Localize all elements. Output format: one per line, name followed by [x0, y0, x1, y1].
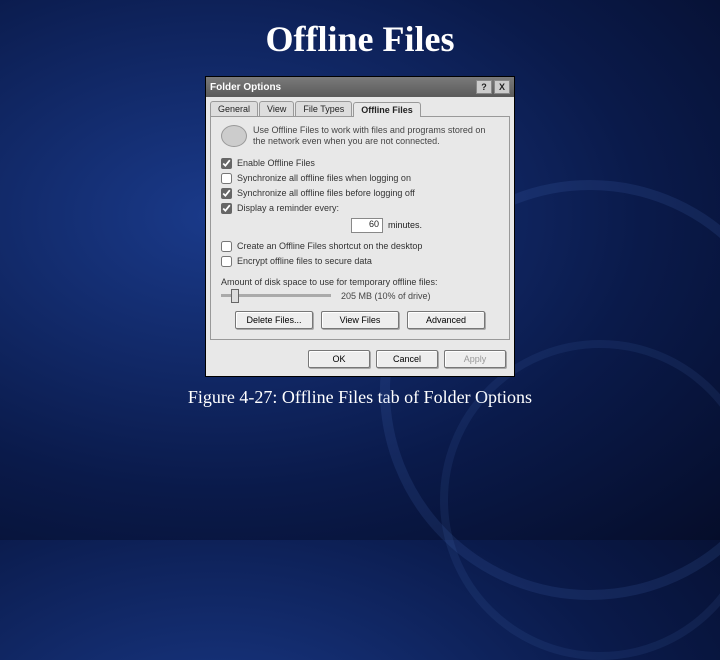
disk-space-label: Amount of disk space to use for temporar…: [221, 277, 499, 287]
intro-text: Use Offline Files to work with files and…: [253, 125, 499, 148]
encrypt-checkbox[interactable]: [221, 256, 232, 267]
sync-logon-checkbox[interactable]: [221, 173, 232, 184]
shortcut-label: Create an Offline Files shortcut on the …: [237, 241, 422, 251]
folder-options-dialog: Folder Options ? X General View File Typ…: [205, 76, 515, 377]
panel-button-row: Delete Files... View Files Advanced: [221, 311, 499, 329]
enable-offline-label: Enable Offline Files: [237, 158, 315, 168]
tab-row: General View File Types Offline Files: [206, 97, 514, 116]
cancel-button[interactable]: Cancel: [376, 350, 438, 368]
disk-slider-row: 205 MB (10% of drive): [221, 291, 499, 301]
titlebar[interactable]: Folder Options ? X: [206, 77, 514, 97]
reminder-minutes-input[interactable]: 60: [351, 218, 383, 233]
tab-general[interactable]: General: [210, 101, 258, 116]
delete-files-button[interactable]: Delete Files...: [235, 311, 313, 329]
reminder-row[interactable]: Display a reminder every:: [221, 203, 499, 214]
disk-slider[interactable]: [221, 294, 331, 297]
view-files-button[interactable]: View Files: [321, 311, 399, 329]
sync-logoff-label: Synchronize all offline files before log…: [237, 188, 415, 198]
titlebar-title: Folder Options: [210, 82, 281, 93]
reminder-label: Display a reminder every:: [237, 203, 339, 213]
sync-logon-row[interactable]: Synchronize all offline files when loggi…: [221, 173, 499, 184]
disk-slider-thumb[interactable]: [231, 289, 239, 303]
tab-offline-files[interactable]: Offline Files: [353, 102, 421, 117]
shortcut-checkbox[interactable]: [221, 241, 232, 252]
reminder-unit-label: minutes.: [388, 220, 422, 230]
sync-logoff-row[interactable]: Synchronize all offline files before log…: [221, 188, 499, 199]
shortcut-row[interactable]: Create an Offline Files shortcut on the …: [221, 241, 499, 252]
reminder-value-row: 60 minutes.: [351, 218, 499, 233]
reminder-checkbox[interactable]: [221, 203, 232, 214]
tab-file-types[interactable]: File Types: [295, 101, 352, 116]
slide-title: Offline Files: [0, 0, 720, 60]
offline-files-panel: Use Offline Files to work with files and…: [210, 116, 510, 340]
apply-button[interactable]: Apply: [444, 350, 506, 368]
enable-offline-checkbox[interactable]: [221, 158, 232, 169]
help-button[interactable]: ?: [476, 80, 492, 94]
sync-logoff-checkbox[interactable]: [221, 188, 232, 199]
encrypt-label: Encrypt offline files to secure data: [237, 256, 372, 266]
intro-row: Use Offline Files to work with files and…: [221, 125, 499, 148]
advanced-button[interactable]: Advanced: [407, 311, 485, 329]
enable-offline-row[interactable]: Enable Offline Files: [221, 158, 499, 169]
encrypt-row[interactable]: Encrypt offline files to secure data: [221, 256, 499, 267]
tab-view[interactable]: View: [259, 101, 294, 116]
disk-space-value: 205 MB (10% of drive): [341, 291, 431, 301]
dialog-button-row: OK Cancel Apply: [206, 344, 514, 376]
ok-button[interactable]: OK: [308, 350, 370, 368]
offline-globe-icon: [221, 125, 247, 147]
close-button[interactable]: X: [494, 80, 510, 94]
sync-logon-label: Synchronize all offline files when loggi…: [237, 173, 411, 183]
